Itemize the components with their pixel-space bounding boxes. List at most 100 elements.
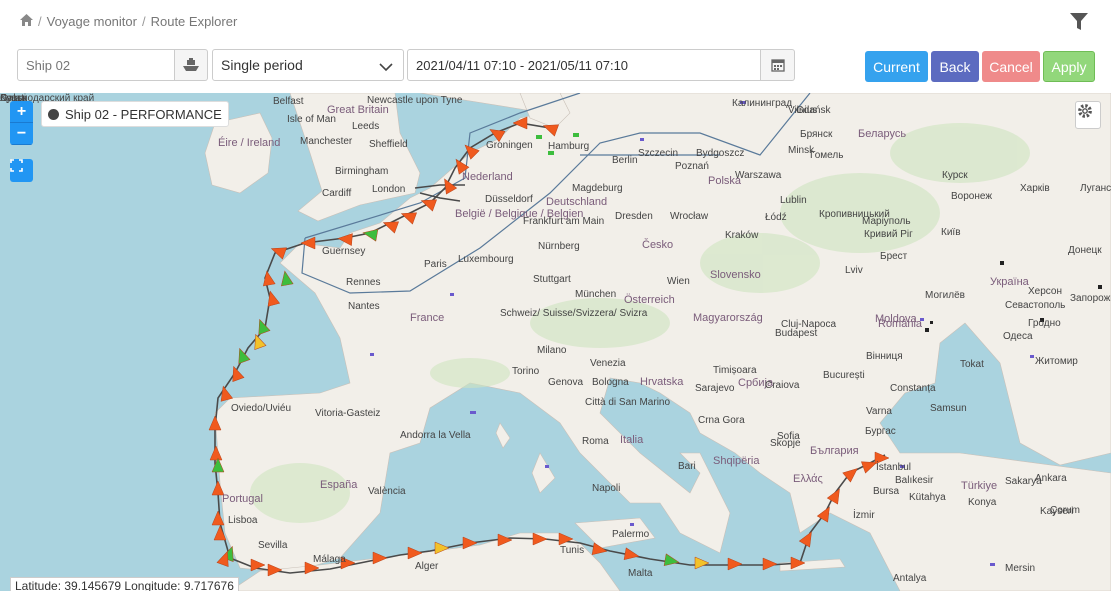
current-button[interactable]: Current — [865, 51, 928, 82]
map-label: Bologna — [592, 377, 629, 388]
fullscreen-icon[interactable] — [10, 159, 33, 182]
back-button[interactable]: Back — [931, 51, 979, 82]
map-label: München — [575, 289, 617, 300]
map-label: Херсон — [1028, 286, 1062, 297]
route-marker[interactable] — [663, 553, 680, 568]
map-label: Portugal — [222, 493, 263, 505]
map-label: Sevilla — [258, 540, 288, 551]
map-label: Могилёв — [925, 290, 965, 301]
map-label: Poznań — [675, 161, 709, 172]
map-label: Italia — [620, 434, 644, 446]
map-label: Nederland — [462, 171, 513, 183]
map-label: Луганськ — [1080, 183, 1111, 194]
route-marker[interactable] — [269, 243, 287, 260]
route-marker[interactable] — [213, 525, 227, 541]
map-label: Oviedo/Uviéu — [231, 403, 292, 414]
route-map[interactable]: Belfast Great Britain Newcastle upon Tyne I… — [0, 93, 1111, 591]
map-label: Frankfurt am Main — [523, 216, 605, 227]
map-label: Warszawa — [735, 170, 782, 181]
map-label: București — [823, 370, 865, 381]
map-label: Craiova — [765, 380, 800, 391]
map-label: Venezia — [590, 358, 626, 369]
toolbar: / Voyage monitor / Route Explorer Single… — [0, 0, 1111, 93]
map-label: Łódź — [765, 212, 787, 223]
map-label: Беларусь — [858, 128, 907, 140]
zoom-in-button[interactable]: + — [10, 101, 33, 123]
map-label: Malta — [628, 568, 653, 579]
route-marker[interactable] — [694, 556, 710, 570]
map-label: Andorra la Vella — [400, 430, 471, 441]
route-marker[interactable] — [250, 332, 267, 350]
map-label: Roma — [582, 436, 609, 447]
calendar-icon[interactable] — [761, 49, 795, 81]
gear-icon[interactable] — [1075, 101, 1101, 129]
cancel-button[interactable]: Cancel — [982, 51, 1040, 82]
map-label: Вінниця — [866, 351, 903, 362]
map-label: Magyarország — [693, 312, 763, 324]
map-label: Konya — [968, 497, 997, 508]
apply-button[interactable]: Apply — [1043, 51, 1095, 82]
breadcrumb-item-voyage-monitor[interactable]: Voyage monitor — [47, 14, 137, 29]
map-label: Брест — [880, 251, 908, 262]
map-label: Lviv — [845, 265, 863, 276]
map-label: İzmir — [853, 510, 875, 521]
map-label: Rennes — [346, 277, 381, 288]
map-label: Newcastle upon Tyne — [367, 95, 463, 106]
map-label: Gdańsk — [796, 105, 831, 116]
map-label: Калининград — [732, 98, 793, 109]
map-label: Україна — [990, 276, 1029, 288]
map-label: Timișoara — [713, 365, 757, 376]
route-marker[interactable] — [254, 317, 271, 335]
map-label: Одеса — [1003, 331, 1033, 342]
map-label: Alger — [415, 561, 439, 572]
date-range-input[interactable]: 2021/04/11 07:10 - 2021/05/11 07:10 — [407, 49, 761, 81]
map-label: Dresden — [615, 211, 653, 222]
map-label: Запорожье — [1070, 293, 1111, 304]
map-label: Guernsey — [322, 246, 366, 257]
map-label: Berlin — [612, 155, 638, 166]
map-label: Shqipëria — [713, 455, 760, 467]
map-label: Hrvatska — [640, 376, 684, 388]
filter-icon[interactable] — [1069, 12, 1089, 32]
breadcrumb-item-route-explorer: Route Explorer — [150, 14, 238, 29]
route-legend[interactable]: Ship 02 - PERFORMANCE — [41, 101, 229, 127]
map-label: Tokat — [960, 359, 984, 370]
map-canvas[interactable] — [0, 93, 1111, 591]
map-label: Київ — [941, 227, 961, 238]
period-select[interactable]: Single period — [212, 49, 404, 81]
map-label: Česko — [642, 239, 674, 251]
map-label: Leeds — [352, 121, 380, 132]
route-marker[interactable] — [762, 557, 778, 571]
map-label: Éire / Ireland — [218, 137, 281, 149]
map-label: Bari — [678, 461, 696, 472]
map-label: Belfast — [273, 96, 304, 107]
zoom-controls: + − — [10, 101, 33, 145]
map-label: Constanța — [890, 383, 936, 394]
map-label: Lisboa — [228, 515, 258, 526]
map-label: Skopje — [770, 438, 801, 449]
map-label: Sheffield — [369, 139, 408, 150]
map-label: Città di San Marino — [585, 397, 671, 408]
ship-icon[interactable] — [175, 49, 208, 81]
map-label: Бургас — [865, 426, 896, 437]
map-label: Lublin — [780, 195, 807, 206]
ship-input[interactable] — [17, 49, 175, 81]
home-icon[interactable] — [20, 14, 33, 29]
route-marker[interactable] — [727, 557, 743, 571]
zoom-out-button[interactable]: − — [10, 123, 33, 145]
route-marker[interactable] — [623, 547, 640, 562]
map-label: Брянск — [800, 129, 833, 140]
breadcrumb-separator: / — [38, 14, 42, 29]
map-label: France — [410, 312, 445, 324]
map-label: Palermo — [612, 529, 650, 540]
map-label: Napoli — [592, 483, 621, 494]
route-marker[interactable] — [211, 510, 225, 526]
route-marker[interactable] — [264, 290, 281, 307]
map-label: Nantes — [348, 301, 380, 312]
map-label: Stuttgart — [533, 274, 571, 285]
map-label: Deutschland — [546, 196, 608, 208]
map-label: Szczecin — [638, 148, 679, 159]
map-label: Tunis — [560, 545, 585, 556]
map-label: Kraków — [725, 230, 759, 241]
map-label: Luxembourg — [458, 254, 514, 265]
